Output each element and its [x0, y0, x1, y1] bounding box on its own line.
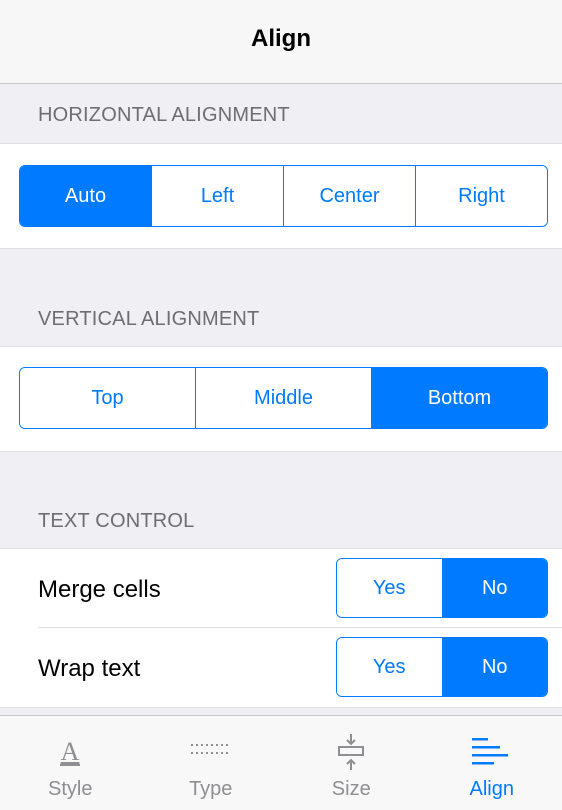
wrap-text-toggle: Yes No [336, 637, 548, 697]
tab-size-label: Size [332, 778, 371, 801]
text-style-icon: A [50, 728, 90, 776]
vertical-bottom-option[interactable]: Bottom [371, 368, 547, 428]
vertical-alignment-control: Top Middle Bottom [19, 367, 548, 429]
horizontal-alignment-header: HORIZONTAL ALIGNMENT [38, 104, 290, 127]
wrap-text-label: Wrap text [38, 655, 140, 683]
align-left-icon [470, 728, 514, 776]
tab-bar: A Style Type [0, 715, 562, 810]
tab-type[interactable]: Type [141, 716, 282, 810]
nav-header: Align [0, 0, 562, 84]
tab-type-label: Type [189, 778, 232, 801]
tab-size[interactable]: Size [281, 716, 422, 810]
merge-cells-label: Merge cells [38, 576, 161, 604]
dotted-grid-icon [189, 728, 233, 776]
horizontal-alignment-group: Auto Left Center Right [0, 143, 562, 249]
tab-style[interactable]: A Style [0, 716, 141, 810]
tab-align[interactable]: Align [422, 716, 562, 810]
horizontal-right-option[interactable]: Right [415, 166, 547, 226]
vertical-top-option[interactable]: Top [20, 368, 195, 428]
vertical-alignment-header: VERTICAL ALIGNMENT [38, 308, 259, 331]
row-divider [38, 627, 562, 628]
merge-cells-toggle: Yes No [336, 558, 548, 618]
resize-height-icon [331, 728, 371, 776]
text-control-group: Merge cells Yes No Wrap text Yes No [0, 548, 562, 708]
horizontal-center-option[interactable]: Center [283, 166, 415, 226]
horizontal-left-option[interactable]: Left [151, 166, 283, 226]
text-control-header: TEXT CONTROL [38, 510, 195, 533]
tab-align-label: Align [470, 778, 514, 801]
horizontal-auto-option[interactable]: Auto [20, 166, 151, 226]
tab-style-label: Style [48, 778, 92, 801]
vertical-alignment-group: Top Middle Bottom [0, 346, 562, 452]
merge-cells-yes-option[interactable]: Yes [337, 559, 442, 617]
merge-cells-no-option[interactable]: No [442, 559, 548, 617]
wrap-text-no-option[interactable]: No [442, 638, 548, 696]
svg-text:A: A [61, 737, 80, 766]
horizontal-alignment-control: Auto Left Center Right [19, 165, 548, 227]
page-title: Align [251, 25, 311, 53]
wrap-text-yes-option[interactable]: Yes [337, 638, 442, 696]
vertical-middle-option[interactable]: Middle [195, 368, 371, 428]
